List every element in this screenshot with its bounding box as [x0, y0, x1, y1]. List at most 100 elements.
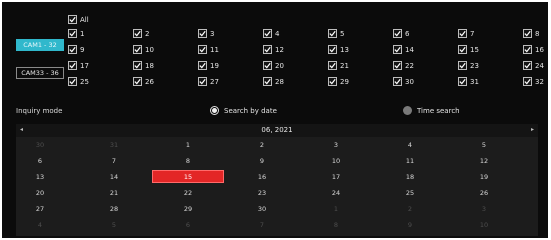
- calendar-day[interactable]: 16: [226, 170, 298, 183]
- calendar-day[interactable]: 9: [374, 218, 446, 231]
- channel-checkbox[interactable]: 1: [68, 28, 84, 39]
- channel-checkbox[interactable]: 10: [133, 44, 154, 55]
- calendar-day[interactable]: 2: [374, 202, 446, 215]
- calendar-day[interactable]: 3: [448, 202, 520, 215]
- calendar-day[interactable]: 8: [300, 218, 372, 231]
- checkbox-checked-icon: [198, 61, 207, 70]
- channel-checkbox[interactable]: 5: [328, 28, 344, 39]
- channel-number-label: 4: [275, 29, 280, 38]
- calendar-day[interactable]: 23: [226, 186, 298, 199]
- calendar-day[interactable]: 20: [4, 186, 76, 199]
- calendar-day[interactable]: 3: [300, 138, 372, 151]
- checkbox-checked-icon: [263, 29, 272, 38]
- channel-checkbox[interactable]: 17: [68, 60, 89, 71]
- next-month-arrow-icon[interactable]: ▸: [531, 126, 534, 133]
- channel-checkbox[interactable]: 25: [68, 76, 89, 87]
- channel-number-label: 28: [275, 77, 284, 86]
- calendar-day[interactable]: 10: [300, 154, 372, 167]
- calendar-day[interactable]: 21: [78, 186, 150, 199]
- channel-checkbox[interactable]: 30: [393, 76, 414, 87]
- channel-checkbox[interactable]: 13: [328, 44, 349, 55]
- calendar-day[interactable]: 19: [448, 170, 520, 183]
- checkbox-checked-icon: [198, 77, 207, 86]
- channel-checkbox[interactable]: 12: [263, 44, 284, 55]
- channel-checkbox[interactable]: 31: [458, 76, 479, 87]
- channel-checkbox[interactable]: 3: [198, 28, 214, 39]
- channel-checkbox[interactable]: 15: [458, 44, 479, 55]
- channel-number-label: 20: [275, 61, 284, 70]
- calendar-day[interactable]: 28: [78, 202, 150, 215]
- channel-checkbox[interactable]: 23: [458, 60, 479, 71]
- channel-checkbox[interactable]: 6: [393, 28, 409, 39]
- channel-checkbox[interactable]: 21: [328, 60, 349, 71]
- calendar-day[interactable]: 31: [78, 138, 150, 151]
- radio-unselected-icon: [403, 106, 412, 115]
- checkbox-checked-icon: [458, 29, 467, 38]
- search-by-date-radio[interactable]: Search by date: [210, 106, 277, 115]
- channel-checkbox[interactable]: 8: [523, 28, 539, 39]
- channel-checkbox[interactable]: 2: [133, 28, 149, 39]
- calendar-day[interactable]: 10: [448, 218, 520, 231]
- channel-checkbox[interactable]: 20: [263, 60, 284, 71]
- calendar-day[interactable]: 29: [152, 202, 224, 215]
- camera-group-1-32-button[interactable]: CAM1 - 32: [16, 39, 64, 51]
- select-all-checkbox[interactable]: All: [68, 14, 89, 25]
- channel-checkbox[interactable]: 19: [198, 60, 219, 71]
- date-calendar: ◂ 06‚ 2021 ▸ 30 31 1 2 3 4 5 6 7 8 9 10 11 12 13 14 15 16…: [16, 124, 538, 236]
- calendar-day[interactable]: 12: [448, 154, 520, 167]
- calendar-day[interactable]: 14: [78, 170, 150, 183]
- time-search-radio[interactable]: Time search: [403, 106, 460, 115]
- channel-checkbox[interactable]: 27: [198, 76, 219, 87]
- channel-checkbox[interactable]: 16: [523, 44, 544, 55]
- channel-checkbox[interactable]: 18: [133, 60, 154, 71]
- calendar-day[interactable]: 24: [300, 186, 372, 199]
- calendar-day-selected[interactable]: 15: [152, 170, 224, 183]
- channel-checkbox[interactable]: 26: [133, 76, 154, 87]
- calendar-day[interactable]: 4: [374, 138, 446, 151]
- channel-checkbox[interactable]: 4: [263, 28, 279, 39]
- channel-checkbox[interactable]: 22: [393, 60, 414, 71]
- calendar-day[interactable]: 22: [152, 186, 224, 199]
- checkbox-checked-icon: [393, 45, 402, 54]
- calendar-day[interactable]: 30: [226, 202, 298, 215]
- camera-group-33-36-button[interactable]: CAM33 - 36: [16, 67, 64, 79]
- calendar-day[interactable]: 4: [4, 218, 76, 231]
- calendar-day[interactable]: 13: [4, 170, 76, 183]
- calendar-day[interactable]: 26: [448, 186, 520, 199]
- calendar-day[interactable]: 30: [4, 138, 76, 151]
- calendar-day[interactable]: 9: [226, 154, 298, 167]
- channel-checkbox[interactable]: 9: [68, 44, 84, 55]
- channel-number-label: 1: [80, 29, 85, 38]
- checkbox-checked-icon: [133, 45, 142, 54]
- time-search-label: Time search: [417, 106, 460, 115]
- checkbox-checked-icon: [523, 29, 532, 38]
- calendar-day[interactable]: 8: [152, 154, 224, 167]
- calendar-day[interactable]: 7: [78, 154, 150, 167]
- calendar-day[interactable]: 2: [226, 138, 298, 151]
- channel-checkbox[interactable]: 14: [393, 44, 414, 55]
- channel-number-label: 26: [145, 77, 154, 86]
- calendar-day[interactable]: 5: [448, 138, 520, 151]
- calendar-day[interactable]: 17: [300, 170, 372, 183]
- channel-number-label: 22: [405, 61, 414, 70]
- channel-checkbox[interactable]: 24: [523, 60, 544, 71]
- calendar-day[interactable]: 27: [4, 202, 76, 215]
- channel-checkbox[interactable]: 29: [328, 76, 349, 87]
- calendar-day[interactable]: 7: [226, 218, 298, 231]
- calendar-day[interactable]: 1: [300, 202, 372, 215]
- channel-checkbox[interactable]: 11: [198, 44, 219, 55]
- checkbox-checked-icon: [523, 77, 532, 86]
- channel-checkbox[interactable]: 32: [523, 76, 544, 87]
- calendar-day[interactable]: 1: [152, 138, 224, 151]
- calendar-day[interactable]: 6: [152, 218, 224, 231]
- channel-number-label: 29: [340, 77, 349, 86]
- calendar-day[interactable]: 18: [374, 170, 446, 183]
- checkbox-checked-icon: [393, 77, 402, 86]
- channel-checkbox[interactable]: 7: [458, 28, 474, 39]
- calendar-day[interactable]: 25: [374, 186, 446, 199]
- calendar-day[interactable]: 11: [374, 154, 446, 167]
- calendar-day[interactable]: 6: [4, 154, 76, 167]
- channel-checkbox[interactable]: 28: [263, 76, 284, 87]
- calendar-day[interactable]: 5: [78, 218, 150, 231]
- channel-number-label: 14: [405, 45, 414, 54]
